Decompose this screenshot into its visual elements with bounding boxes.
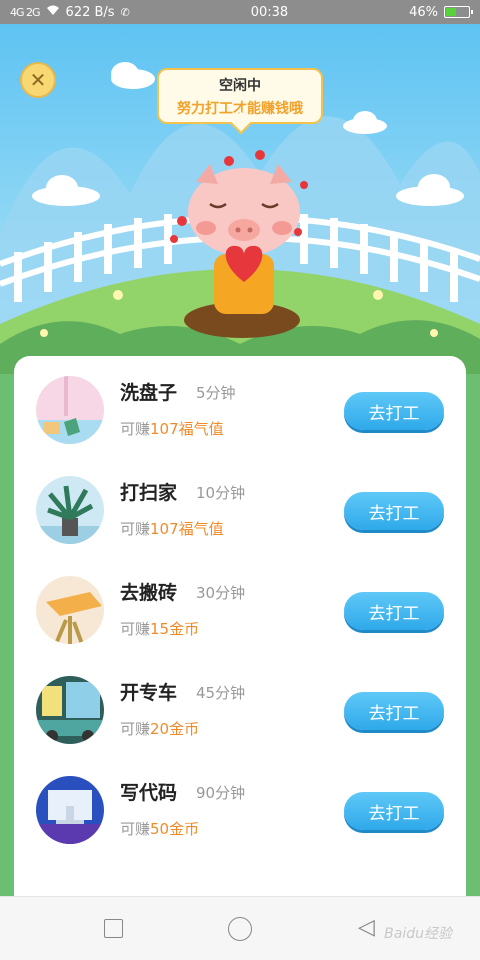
bricks-thumbnail	[36, 576, 104, 644]
task-list-card: 洗盘子 5分钟 可赚107福气值 去打工 打扫家 10分钟 可赚107福气值 去…	[14, 356, 466, 916]
bubble-title: 空闲中	[219, 78, 261, 94]
task-reward: 可赚20金币	[120, 718, 199, 739]
status-speech-bubble: 空闲中 努力打工才能赚钱哦	[157, 68, 323, 124]
reward-prefix: 可赚	[120, 520, 151, 538]
task-reward: 可赚107福气值	[120, 518, 224, 539]
battery-percent: 46%	[409, 4, 438, 20]
status-time: 00:38	[250, 4, 289, 20]
bubble-subtitle: 努力打工才能赚钱哦	[177, 101, 303, 117]
task-duration: 90分钟	[196, 784, 246, 802]
hd-call-icon: ✆	[120, 5, 130, 19]
reward-prefix: 可赚	[120, 820, 151, 838]
task-row: 去搬砖 30分钟 可赚15金币 去打工	[14, 556, 466, 656]
go-work-button[interactable]: 去打工	[344, 692, 444, 730]
task-row: 写代码 90分钟 可赚50金币 去打工	[14, 756, 466, 856]
back-button[interactable]: ◁	[358, 915, 375, 940]
close-icon: ✕	[29, 68, 47, 92]
computer-thumbnail	[36, 776, 104, 844]
task-title: 去搬砖	[120, 582, 178, 604]
go-work-button[interactable]: 去打工	[344, 792, 444, 830]
task-row: 洗盘子 5分钟 可赚107福气值 去打工	[14, 356, 466, 456]
task-row: 打扫家 10分钟 可赚107福气值 去打工	[14, 456, 466, 556]
reward-amount: 20金币	[150, 720, 200, 738]
network-speed: 622 B/s	[65, 4, 115, 20]
task-reward: 可赚15金币	[120, 618, 199, 639]
task-row: 开专车 45分钟 可赚20金币 去打工	[14, 656, 466, 756]
home-button[interactable]	[228, 917, 252, 941]
task-title: 洗盘子	[120, 382, 178, 404]
signal-icon: 4G 2G	[10, 5, 41, 19]
battery-level	[445, 8, 457, 16]
car-thumbnail	[36, 676, 104, 744]
task-title: 打扫家	[120, 482, 178, 504]
task-title: 开专车	[120, 682, 178, 704]
go-work-button[interactable]: 去打工	[344, 492, 444, 530]
reward-amount: 107福气值	[150, 520, 224, 538]
back-arrow-icon: ◁	[358, 915, 375, 940]
task-reward: 可赚50金币	[120, 818, 199, 839]
dish-washing-thumbnail	[36, 376, 104, 444]
recent-apps-button[interactable]	[104, 919, 123, 938]
task-duration: 30分钟	[196, 584, 246, 602]
task-title: 写代码	[120, 782, 178, 804]
go-work-button[interactable]: 去打工	[344, 592, 444, 630]
task-duration: 5分钟	[196, 384, 236, 402]
reward-prefix: 可赚	[120, 420, 151, 438]
reward-amount: 15金币	[150, 620, 200, 638]
reward-amount: 50金币	[150, 820, 200, 838]
task-reward: 可赚107福气值	[120, 418, 224, 439]
houseplant-thumbnail	[36, 476, 104, 544]
go-work-button[interactable]: 去打工	[344, 392, 444, 430]
task-duration: 45分钟	[196, 684, 246, 702]
close-button[interactable]: ✕	[20, 62, 56, 98]
task-duration: 10分钟	[196, 484, 246, 502]
reward-amount: 107福气值	[150, 420, 224, 438]
system-nav-bar: ◁ Baidu经验	[0, 896, 480, 960]
battery-icon	[443, 6, 473, 18]
pig-scene: ✕ 空闲中 努力打工才能赚钱哦	[0, 24, 480, 374]
status-bar: 4G 2G 622 B/s ✆ 00:38 46%	[0, 0, 480, 24]
watermark-logo: Baidu经验	[384, 926, 452, 942]
reward-prefix: 可赚	[120, 620, 151, 638]
wifi-icon	[46, 5, 60, 20]
reward-prefix: 可赚	[120, 720, 151, 738]
